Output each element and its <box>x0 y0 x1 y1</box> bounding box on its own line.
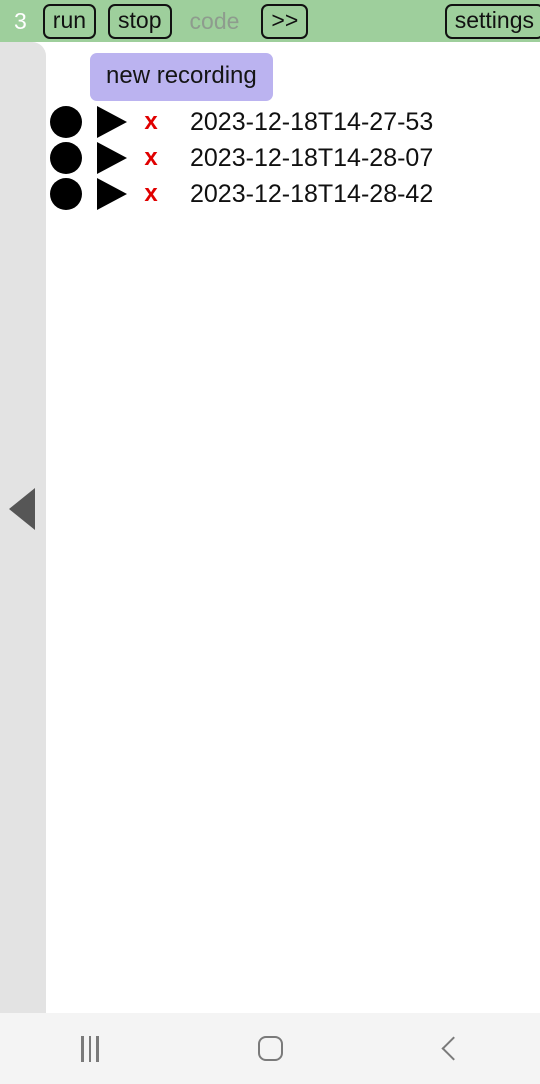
recordings-list: x 2023-12-18T14-27-53 x 2023-12-18T14-28… <box>46 104 540 212</box>
play-triangle-icon[interactable] <box>97 178 127 210</box>
settings-button[interactable]: settings <box>444 4 540 39</box>
android-nav-bar <box>0 1013 540 1084</box>
app-root: 3 run stop code >> settings new recordin… <box>0 0 540 1084</box>
list-item[interactable]: x 2023-12-18T14-28-07 <box>46 140 540 176</box>
run-button[interactable]: run <box>42 3 97 39</box>
play-triangle-icon[interactable] <box>97 142 127 174</box>
record-circle-icon[interactable] <box>50 142 82 174</box>
delete-x-icon[interactable]: x <box>142 182 160 206</box>
recording-name: 2023-12-18T14-27-53 <box>190 107 434 136</box>
top-toolbar: 3 run stop code >> settings <box>0 0 540 42</box>
triangle-left-icon[interactable] <box>9 488 35 530</box>
list-item[interactable]: x 2023-12-18T14-28-42 <box>46 176 540 212</box>
next-button[interactable]: >> <box>261 3 309 39</box>
recording-name: 2023-12-18T14-28-42 <box>190 179 434 208</box>
run-count-label: 3 <box>14 7 27 34</box>
stop-button[interactable]: stop <box>108 3 172 39</box>
delete-x-icon[interactable]: x <box>142 146 160 170</box>
nav-back-button[interactable] <box>360 1013 540 1084</box>
nav-home-button[interactable] <box>180 1013 360 1084</box>
record-circle-icon[interactable] <box>50 106 82 138</box>
nav-recents-button[interactable] <box>0 1013 180 1084</box>
play-triangle-icon[interactable] <box>97 106 127 138</box>
main-content: new recording x 2023-12-18T14-27-53 x 20… <box>46 42 540 1013</box>
new-recording-button[interactable]: new recording <box>90 53 273 101</box>
code-label: code <box>189 7 240 34</box>
list-item[interactable]: x 2023-12-18T14-27-53 <box>46 104 540 140</box>
record-circle-icon[interactable] <box>50 178 82 210</box>
left-sidebar <box>0 42 46 1013</box>
recording-name: 2023-12-18T14-28-07 <box>190 143 434 172</box>
back-chevron-icon <box>440 1036 466 1061</box>
recents-icon <box>81 1035 99 1062</box>
delete-x-icon[interactable]: x <box>142 110 160 134</box>
home-icon <box>257 1036 283 1061</box>
